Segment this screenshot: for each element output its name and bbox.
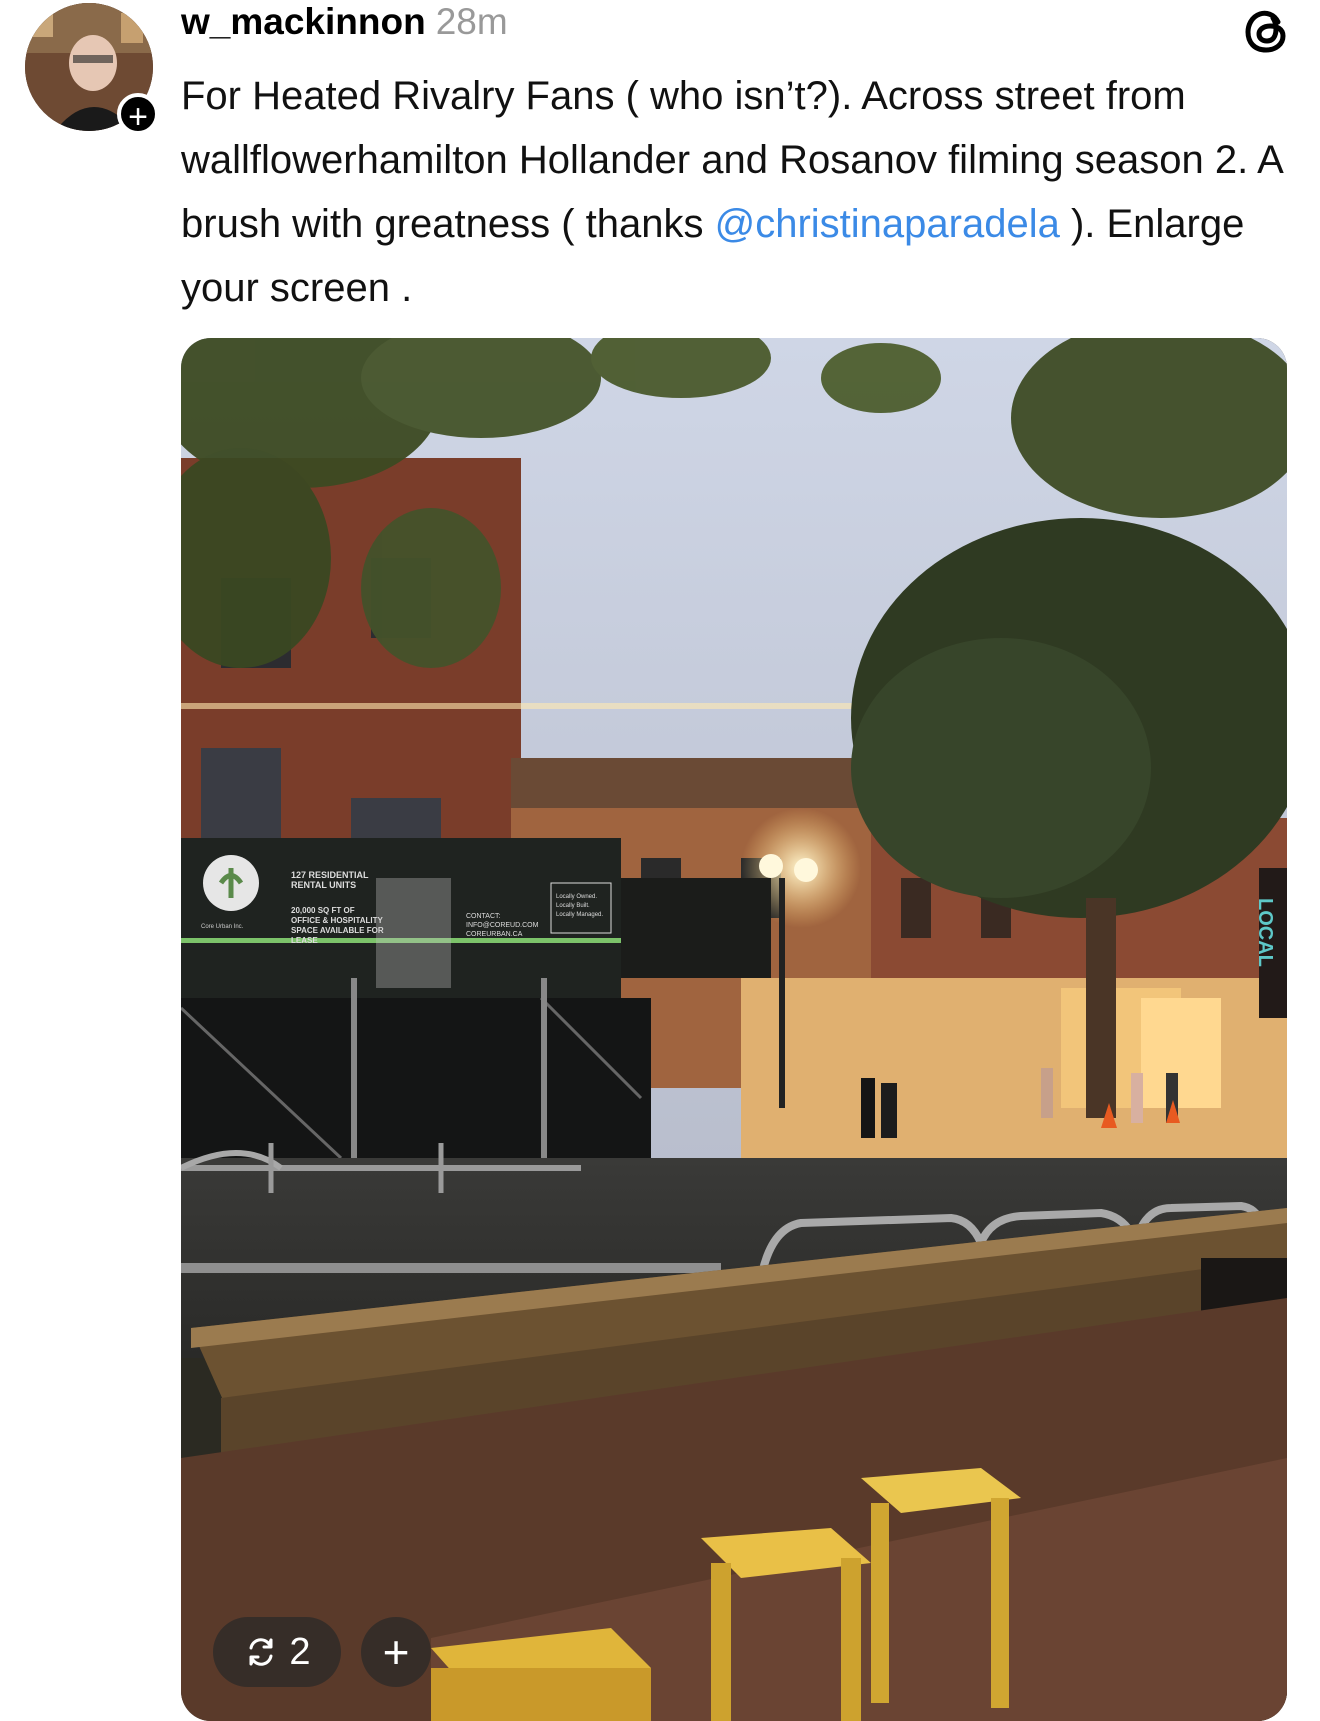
repost-count-button[interactable]: 2 [213, 1617, 341, 1687]
billboard-slogan3: Locally Managed. [556, 912, 603, 918]
billboard-contact3: COREURBAN.CA [466, 931, 523, 938]
billboard-line5: SPACE AVAILABLE FOR [291, 926, 384, 935]
username-row: w_mackinnon 28m [181, 0, 508, 44]
billboard-brand: Core Urban Inc. [201, 924, 244, 930]
billboard-line1: 127 RESIDENTIAL [291, 870, 369, 880]
billboard-line2: RENTAL UNITS [291, 880, 356, 890]
repost-icon [249, 1638, 273, 1666]
threads-logo-icon[interactable] [1240, 5, 1292, 57]
username[interactable]: w_mackinnon [181, 1, 426, 42]
local-sign: LOCAL [1254, 898, 1276, 967]
billboard-line4: OFFICE & HOSPITALITY [291, 916, 384, 925]
repost-count: 2 [289, 1630, 311, 1673]
billboard-line6: LEASE [291, 936, 318, 945]
post-text: For Heated Rivalry Fans ( who isn’t?). A… [181, 64, 1291, 320]
street-scene-image: 127 RESIDENTIAL RENTAL UNITS 20,000 SQ F… [181, 338, 1287, 1721]
billboard-contact2: INFO@COREUD.COM [466, 922, 539, 929]
post-photo[interactable]: 127 RESIDENTIAL RENTAL UNITS 20,000 SQ F… [181, 338, 1287, 1721]
mention-link[interactable]: @christinaparadela [715, 202, 1060, 246]
add-button[interactable]: + [361, 1617, 431, 1687]
timestamp: 28m [435, 1, 508, 42]
billboard-line3: 20,000 SQ FT OF [291, 906, 355, 915]
billboard-slogan1: Locally Owned. [556, 894, 597, 900]
billboard-slogan2: Locally Built. [556, 903, 590, 909]
plus-icon: + [382, 1626, 410, 1678]
follow-button[interactable]: + [117, 93, 159, 136]
billboard-contact1: CONTACT: [466, 913, 501, 920]
